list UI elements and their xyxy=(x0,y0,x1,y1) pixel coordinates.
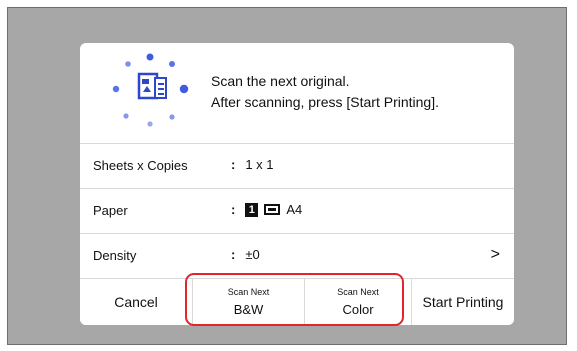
setting-value: 1 x 1 xyxy=(245,157,274,172)
colon-separator: : xyxy=(231,202,236,217)
scan-document-icon xyxy=(112,53,189,127)
setting-value-group: : 1 A4 xyxy=(231,202,302,217)
scan-next-bw-bottom-label: B&W xyxy=(233,302,264,317)
scan-next-color-bottom-label: Color xyxy=(342,302,374,317)
button-bar: Cancel Scan Next B&W Scan Next Color Sta… xyxy=(80,279,514,325)
setting-value: ±0 xyxy=(245,247,260,262)
scan-next-color-top-label: Scan Next xyxy=(337,287,379,297)
scan-next-bw-top-label: Scan Next xyxy=(227,287,270,297)
setting-value-group: : ±0 xyxy=(231,247,260,262)
scan-next-bw-button[interactable]: Scan Next B&W xyxy=(193,279,305,325)
setting-label: Sheets x Copies xyxy=(93,158,188,173)
setting-row-density[interactable]: Density : ±0 > xyxy=(80,234,514,279)
message-area: Scan the next original. After scanning, … xyxy=(80,43,514,144)
scan-next-color-button[interactable]: Scan Next Color xyxy=(305,279,412,325)
cancel-button[interactable]: Cancel xyxy=(80,279,193,325)
cancel-button-label: Cancel xyxy=(114,294,158,310)
setting-row-sheets-copies: Sheets x Copies : 1 x 1 xyxy=(80,144,514,189)
setting-value-group: : 1 x 1 xyxy=(231,157,274,172)
setting-value: A4 xyxy=(286,202,303,217)
setting-row-paper: Paper : 1 A4 xyxy=(80,189,514,234)
colon-separator: : xyxy=(231,247,236,262)
start-printing-button[interactable]: Start Printing xyxy=(412,279,514,325)
instruction-line-2: After scanning, press [Start Printing]. xyxy=(211,94,439,110)
start-printing-button-label: Start Printing xyxy=(422,294,504,310)
setting-label: Density xyxy=(93,248,137,263)
colon-separator: : xyxy=(231,157,236,172)
setting-label: Paper xyxy=(93,203,128,218)
instruction-text: Scan the next original. After scanning, … xyxy=(211,71,439,113)
tray-number-badge: 1 xyxy=(245,202,259,217)
chevron-right-icon: > xyxy=(490,246,500,263)
device-screen: Scan the next original. After scanning, … xyxy=(7,7,567,345)
instruction-line-1: Scan the next original. xyxy=(211,73,350,89)
paper-tray-icon xyxy=(264,204,281,215)
scan-next-dialog: Scan the next original. After scanning, … xyxy=(80,43,514,325)
